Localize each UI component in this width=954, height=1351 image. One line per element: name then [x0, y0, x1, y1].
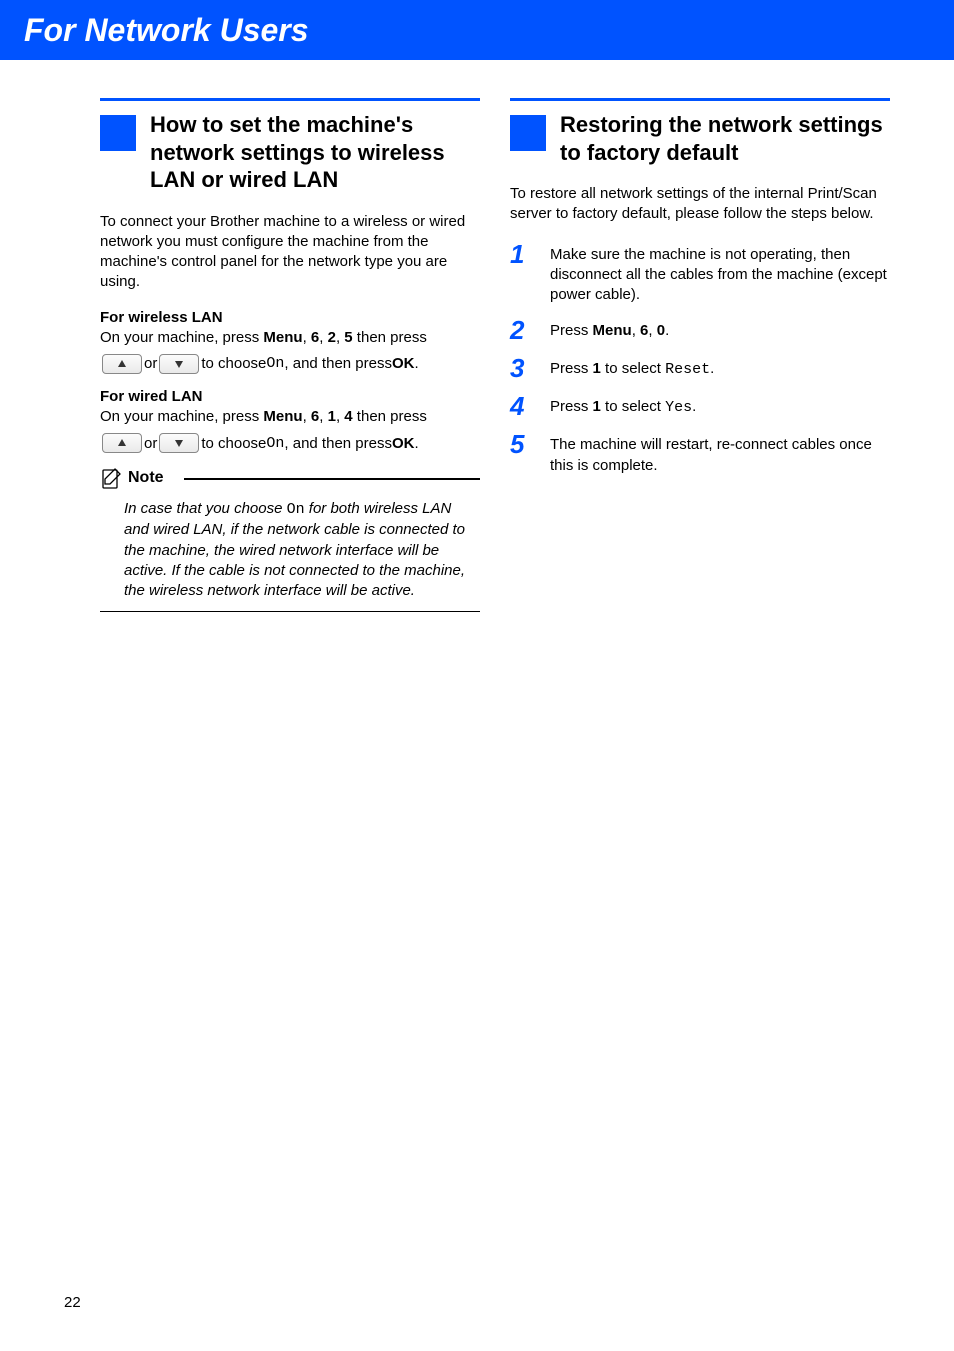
page-banner: For Network Users — [0, 0, 954, 60]
text: , and then press — [284, 355, 392, 372]
arrow-down-icon — [159, 354, 199, 374]
text: On your machine, press — [100, 329, 263, 346]
section-bullet-icon — [510, 115, 546, 151]
menu-key: Menu — [263, 408, 302, 425]
note-rule — [100, 611, 480, 612]
code-reset: Reset — [665, 361, 710, 378]
text: then press — [353, 408, 427, 425]
text: to choose — [201, 355, 266, 372]
text: then press — [353, 329, 427, 346]
step-number: 2 — [510, 317, 550, 343]
text: . — [692, 398, 696, 415]
arrow-up-icon — [102, 354, 142, 374]
note-label: Note — [128, 469, 164, 487]
text: , — [319, 329, 327, 346]
code-on: On — [266, 435, 284, 452]
text-or: or — [144, 435, 157, 452]
key-0: 0 — [657, 322, 665, 339]
text: Press — [550, 322, 593, 339]
text: , — [648, 322, 656, 339]
note-block: Note In case that you choose On for both… — [100, 467, 480, 612]
step-number: 5 — [510, 431, 550, 457]
document-page: For Network Users How to set the machine… — [0, 0, 954, 1351]
step-1: 1 Make sure the machine is not operating… — [510, 241, 890, 306]
text-or: or — [144, 355, 157, 372]
note-icon — [100, 467, 122, 489]
section-header: How to set the machine's network setting… — [100, 111, 480, 194]
code-on: On — [287, 501, 305, 518]
key-1: 1 — [593, 398, 601, 415]
code-on: On — [266, 355, 284, 372]
step-5: 5 The machine will restart, re-connect c… — [510, 431, 890, 476]
text: Press — [550, 398, 593, 415]
key-1: 1 — [328, 408, 336, 425]
page-number: 22 — [64, 1294, 81, 1311]
step-2: 2 Press Menu, 6, 0. — [510, 317, 890, 343]
section-rule — [510, 98, 890, 101]
note-header: Note — [100, 467, 480, 489]
step-number: 4 — [510, 393, 550, 419]
wireless-subhead: For wireless LAN — [100, 309, 480, 326]
key-1: 1 — [593, 360, 601, 377]
text: . — [710, 360, 714, 377]
text: , — [632, 322, 640, 339]
step-text: The machine will restart, re-connect cab… — [550, 431, 890, 476]
note-rule — [184, 478, 480, 479]
section-bullet-icon — [100, 115, 136, 151]
section-header: Restoring the network settings to factor… — [510, 111, 890, 166]
text: to choose — [201, 435, 266, 452]
section-title: How to set the machine's network setting… — [150, 111, 480, 194]
left-column: How to set the machine's network setting… — [100, 98, 480, 612]
step-text: Press 1 to select Reset. — [550, 355, 714, 380]
intro-paragraph: To connect your Brother machine to a wir… — [100, 212, 480, 293]
text: Press — [550, 360, 593, 377]
intro-paragraph: To restore all network settings of the i… — [510, 184, 890, 225]
text: . — [414, 435, 418, 452]
menu-key: Menu — [593, 322, 632, 339]
section-title: Restoring the network settings to factor… — [560, 111, 890, 166]
step-text: Press Menu, 6, 0. — [550, 317, 669, 341]
ok-key: OK — [392, 435, 415, 452]
wireless-instruction: On your machine, press Menu, 6, 2, 5 the… — [100, 328, 480, 348]
key-5: 5 — [344, 329, 352, 346]
arrow-up-icon — [102, 433, 142, 453]
wired-key-row: or to choose On, and then press OK. — [100, 433, 480, 453]
key-2: 2 — [328, 329, 336, 346]
code-yes: Yes — [665, 399, 692, 416]
step-3: 3 Press 1 to select Reset. — [510, 355, 890, 381]
arrow-down-icon — [159, 433, 199, 453]
wired-instruction: On your machine, press Menu, 6, 1, 4 the… — [100, 407, 480, 427]
menu-key: Menu — [263, 329, 302, 346]
text: In case that you choose — [124, 500, 287, 517]
wireless-key-row: or to choose On, and then press OK. — [100, 354, 480, 374]
step-number: 1 — [510, 241, 550, 267]
text: On your machine, press — [100, 408, 263, 425]
text: to select — [601, 398, 665, 415]
steps-list: 1 Make sure the machine is not operating… — [510, 241, 890, 476]
text: . — [665, 322, 669, 339]
note-body: In case that you choose On for both wire… — [100, 493, 480, 611]
text: to select — [601, 360, 665, 377]
text: , — [319, 408, 327, 425]
step-4: 4 Press 1 to select Yes. — [510, 393, 890, 419]
step-text: Press 1 to select Yes. — [550, 393, 696, 418]
text: , — [303, 408, 311, 425]
key-6: 6 — [311, 408, 319, 425]
text: , — [303, 329, 311, 346]
text: , and then press — [284, 435, 392, 452]
right-column: Restoring the network settings to factor… — [510, 98, 890, 612]
key-4: 4 — [344, 408, 352, 425]
section-rule — [100, 98, 480, 101]
banner-title: For Network Users — [24, 12, 309, 49]
key-6: 6 — [311, 329, 319, 346]
content-area: How to set the machine's network setting… — [0, 60, 954, 612]
step-text: Make sure the machine is not operating, … — [550, 241, 890, 306]
step-number: 3 — [510, 355, 550, 381]
text: . — [414, 355, 418, 372]
wired-subhead: For wired LAN — [100, 388, 480, 405]
ok-key: OK — [392, 355, 415, 372]
